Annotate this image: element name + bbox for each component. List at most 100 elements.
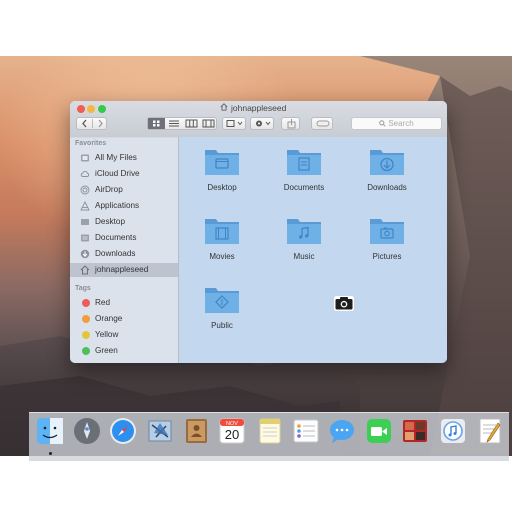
desktop-icon xyxy=(81,219,89,225)
arrange-icon xyxy=(226,120,243,127)
red-tag-dot xyxy=(82,299,90,307)
icon-view-selected xyxy=(148,118,165,129)
back-icon xyxy=(82,119,87,128)
contacts-icon[interactable] xyxy=(182,417,210,445)
minimize-button[interactable] xyxy=(87,105,95,113)
folder-label: Public xyxy=(211,321,233,330)
cloud-icon xyxy=(80,171,90,177)
notes-icon[interactable] xyxy=(256,417,284,445)
folder-movies-icon xyxy=(205,219,239,244)
reminders-icon[interactable] xyxy=(292,417,320,445)
sidebar-item-downloads[interactable]: Downloads xyxy=(70,247,178,261)
tags-button[interactable] xyxy=(311,117,333,130)
folder-desktop[interactable]: Desktop xyxy=(192,146,252,202)
window-title: johnappleseed xyxy=(220,103,286,113)
sidebar-item-label: Applications xyxy=(95,201,140,210)
folder-label: Documents xyxy=(283,183,325,192)
folder-pictures-icon xyxy=(370,219,404,244)
itunes-icon[interactable] xyxy=(439,417,467,445)
launchpad-icon[interactable] xyxy=(73,417,101,445)
folder-music-icon xyxy=(287,219,321,244)
facetime-icon[interactable] xyxy=(365,417,393,445)
tag-icon xyxy=(316,120,330,127)
sidebar-item-label: Documents xyxy=(95,233,137,242)
window-title-text: johnappleseed xyxy=(231,103,287,113)
coverflow-view-icon xyxy=(202,119,215,128)
folder-label: Music xyxy=(293,252,315,261)
sidebar-item-label: Yellow xyxy=(95,330,119,339)
folder-downloads-icon xyxy=(370,150,404,175)
view-mode-group[interactable] xyxy=(147,117,217,130)
folder-pictures[interactable]: Pictures xyxy=(357,215,417,271)
folder-public[interactable]: Public xyxy=(192,284,252,340)
documents-icon xyxy=(81,234,89,242)
sidebar-item-label: Green xyxy=(95,346,118,355)
mail-icon[interactable] xyxy=(146,417,174,445)
sidebar-item-airdrop[interactable]: AirDrop xyxy=(70,183,178,197)
folder-label: Desktop xyxy=(207,183,237,192)
column-view-icon xyxy=(185,119,198,128)
orange-tag-dot xyxy=(82,315,90,323)
finder-running-indicator xyxy=(49,452,52,455)
photo-booth-icon[interactable] xyxy=(401,417,429,445)
view-mode-icons xyxy=(148,118,215,129)
folder-label: Downloads xyxy=(367,183,407,192)
finder-icon[interactable] xyxy=(36,417,64,445)
favorites-header: Favorites xyxy=(75,140,107,147)
list-view-icon xyxy=(169,120,179,127)
sidebar: Favorites All My Files iCloud Drive AirD… xyxy=(70,137,179,363)
search-icon xyxy=(379,120,386,127)
airdrop-icon xyxy=(80,185,90,195)
back-forward-icons xyxy=(82,119,103,128)
back-forward-group xyxy=(76,117,107,130)
sidebar-tag-green[interactable]: Green xyxy=(70,344,178,358)
sidebar-item-desktop[interactable]: Desktop xyxy=(70,215,178,229)
sidebar-item-label: Downloads xyxy=(95,249,136,258)
all-files-icon xyxy=(81,154,89,162)
gear-icon xyxy=(256,120,271,127)
folder-movies[interactable]: Movies xyxy=(192,215,252,271)
share-icon xyxy=(287,119,296,129)
folder-content-area[interactable]: Desktop Documents Downloads Movies Music… xyxy=(179,137,447,363)
finder-window[interactable]: johnappleseed Search Favorites All My Fi… xyxy=(70,101,447,363)
search-placeholder: Search xyxy=(388,119,414,128)
share-button[interactable] xyxy=(281,117,300,130)
zoom-button[interactable] xyxy=(98,105,106,113)
sidebar-tag-red[interactable]: Red xyxy=(70,296,178,310)
folder-desktop-icon xyxy=(205,150,239,175)
sidebar-item-icloud-drive[interactable]: iCloud Drive xyxy=(70,167,178,181)
sidebar-item-johnappleseed[interactable]: johnappleseed xyxy=(70,263,178,277)
home-icon xyxy=(220,103,228,111)
sidebar-item-label: johnappleseed xyxy=(95,265,149,274)
safari-icon[interactable] xyxy=(109,417,137,445)
folder-label: Pictures xyxy=(372,252,402,261)
arrange-button[interactable] xyxy=(222,117,246,130)
green-tag-dot xyxy=(82,347,90,355)
messages-icon[interactable] xyxy=(328,417,356,445)
sidebar-item-applications[interactable]: Applications xyxy=(70,199,178,213)
camera-cursor-icon xyxy=(334,296,354,311)
action-button[interactable] xyxy=(250,117,274,130)
sidebar-tag-orange[interactable]: Orange xyxy=(70,312,178,326)
search-field[interactable]: Search xyxy=(351,117,442,130)
textedit-icon[interactable] xyxy=(476,417,504,445)
sidebar-item-label: All My Files xyxy=(95,153,137,162)
sidebar-tag-yellow[interactable]: Yellow xyxy=(70,328,178,342)
sidebar-item-label: Orange xyxy=(95,314,123,323)
folder-downloads[interactable]: Downloads xyxy=(357,146,417,202)
close-button[interactable] xyxy=(77,105,85,113)
calendar-day: 20 xyxy=(225,427,239,442)
folder-documents[interactable]: Documents xyxy=(274,146,334,202)
yellow-tag-dot xyxy=(82,331,90,339)
sidebar-item-label: Red xyxy=(95,298,111,307)
forward-icon xyxy=(98,119,103,128)
window-titlebar[interactable]: johnappleseed Search xyxy=(70,101,447,138)
folder-label: Movies xyxy=(209,252,235,261)
folder-music[interactable]: Music xyxy=(274,215,334,271)
sidebar-item-documents[interactable]: Documents xyxy=(70,231,178,245)
sidebar-item-label: AirDrop xyxy=(95,185,123,194)
folder-documents-icon xyxy=(287,150,321,175)
calendar-icon[interactable]: NOV 20 xyxy=(218,417,246,445)
sidebar-item-all-my-files[interactable]: All My Files xyxy=(70,151,178,165)
folder-public-icon xyxy=(205,288,239,313)
